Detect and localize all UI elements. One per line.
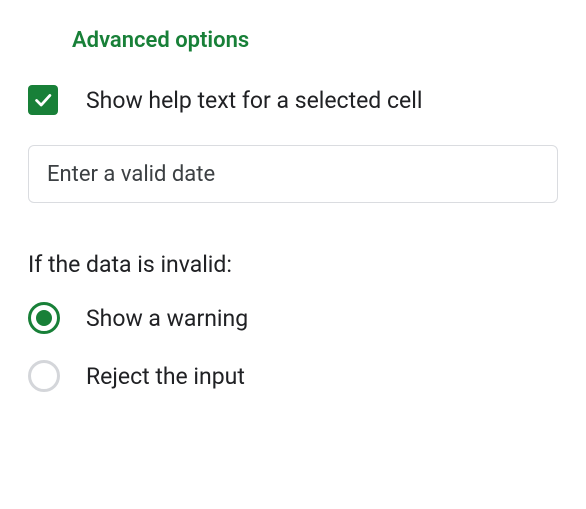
checkmark-icon	[32, 89, 54, 111]
show-help-text-checkbox[interactable]	[28, 85, 58, 115]
radio-show-warning[interactable]	[28, 302, 60, 334]
radio-option-reject-input[interactable]: Reject the input	[28, 360, 558, 392]
radio-reject-input[interactable]	[28, 360, 60, 392]
radio-option-show-warning[interactable]: Show a warning	[28, 302, 558, 334]
show-help-text-row[interactable]: Show help text for a selected cell	[28, 85, 558, 115]
invalid-data-heading: If the data is invalid:	[28, 251, 558, 278]
radio-show-warning-label: Show a warning	[86, 305, 248, 332]
advanced-options-heading[interactable]: Advanced options	[72, 28, 558, 53]
help-text-input[interactable]	[28, 145, 558, 203]
radio-reject-input-label: Reject the input	[86, 363, 245, 390]
show-help-text-label: Show help text for a selected cell	[86, 87, 422, 114]
